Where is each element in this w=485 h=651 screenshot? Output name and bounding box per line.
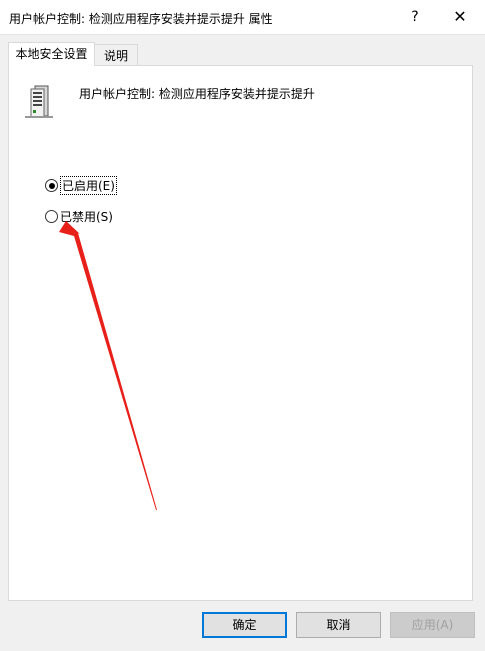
server-icon [25,85,53,118]
window-title: 用户帐户控制: 检测应用程序安装并提示提升 属性 [9,12,273,26]
radio-enabled-circle[interactable] [45,179,58,192]
radio-enabled[interactable]: 已启用(E) [45,176,117,195]
cancel-button[interactable]: 取消 [296,612,381,638]
radio-disabled-circle[interactable] [45,210,58,223]
tab-panel: 用户帐户控制: 检测应用程序安装并提示提升 已启用(E) 已禁用(S) [8,65,473,601]
radio-enabled-label[interactable]: 已启用(E) [60,176,117,195]
radio-disabled[interactable]: 已禁用(S) [45,208,113,225]
ok-button[interactable]: 确定 [202,612,287,638]
policy-name: 用户帐户控制: 检测应用程序安装并提示提升 [79,87,315,101]
close-button[interactable]: ✕ [440,0,480,34]
apply-button[interactable]: 应用(A) [390,612,475,638]
title-bar: 用户帐户控制: 检测应用程序安装并提示提升 属性 ? ✕ [0,0,485,35]
radio-disabled-label[interactable]: 已禁用(S) [60,208,113,225]
tab-local-security-setting[interactable]: 本地安全设置 [8,42,95,66]
help-button[interactable]: ? [395,0,435,34]
tab-explain[interactable]: 说明 [94,44,138,66]
